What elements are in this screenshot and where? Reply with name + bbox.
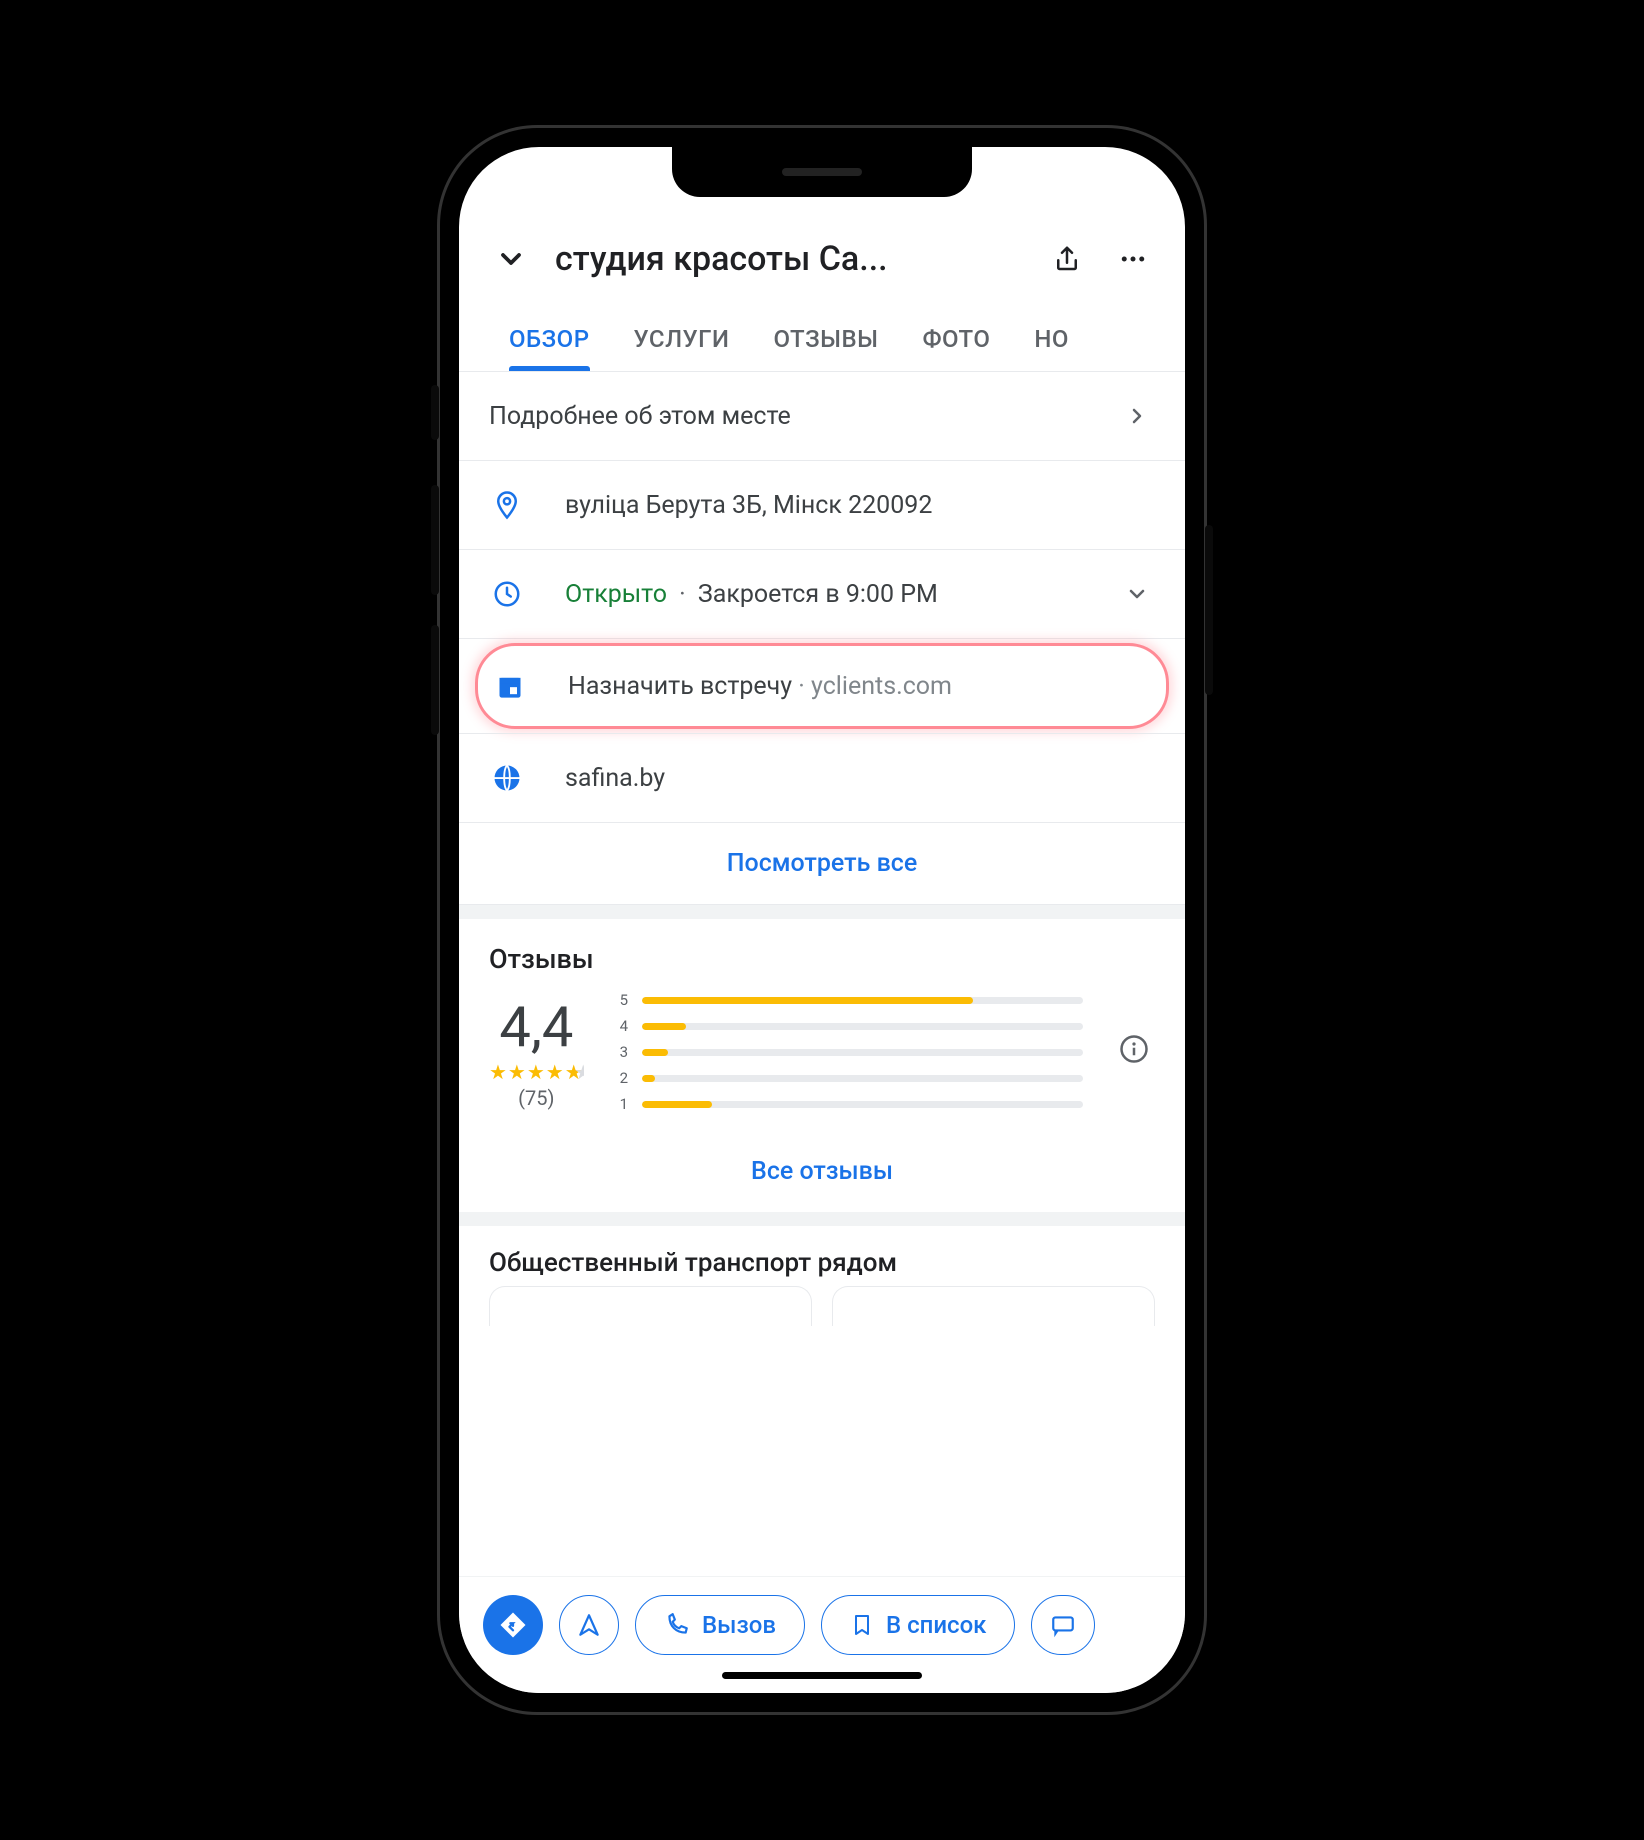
bookmark-icon bbox=[850, 1613, 874, 1637]
message-button[interactable] bbox=[1031, 1595, 1095, 1655]
transit-title: Общественный транспорт рядом bbox=[459, 1226, 1185, 1286]
address-row[interactable]: вуліца Берута 3Б, Мінск 220092 bbox=[459, 461, 1185, 550]
reviews-summary: 4,4 ★★★★★★ (75) 5 4 3 2 1 bbox=[459, 985, 1185, 1131]
address-text: вуліца Берута 3Б, Мінск 220092 bbox=[565, 491, 1155, 520]
all-reviews-link[interactable]: Все отзывы bbox=[459, 1131, 1185, 1212]
rating-column: 4,4 ★★★★★★ (75) bbox=[489, 994, 584, 1110]
reviews-title: Отзывы bbox=[459, 919, 1185, 985]
header: студия красоты Са... bbox=[459, 209, 1185, 297]
bar-5 bbox=[642, 997, 973, 1004]
rating-stars: ★★★★★★ bbox=[489, 1060, 584, 1084]
info-icon bbox=[1119, 1034, 1149, 1064]
website-row[interactable]: safina.by bbox=[459, 733, 1185, 823]
clock-icon bbox=[489, 576, 525, 612]
section-divider-2 bbox=[459, 1212, 1185, 1226]
location-pin-icon bbox=[489, 487, 525, 523]
rating-count: (75) bbox=[518, 1086, 554, 1110]
share-icon bbox=[1052, 244, 1082, 274]
chat-icon bbox=[1050, 1612, 1076, 1638]
share-button[interactable] bbox=[1045, 237, 1089, 281]
closes-text: Закроется в 9:00 PM bbox=[698, 580, 938, 609]
rating-value: 4,4 bbox=[499, 994, 573, 1060]
call-label: Вызов bbox=[702, 1611, 776, 1639]
hours-row[interactable]: Открыто · Закроется в 9:00 PM bbox=[459, 550, 1185, 639]
globe-icon bbox=[489, 760, 525, 796]
navigation-icon bbox=[576, 1612, 602, 1638]
phone-icon bbox=[664, 1612, 690, 1638]
chevron-right-icon bbox=[1119, 398, 1155, 434]
bar-3 bbox=[642, 1049, 668, 1056]
appointment-provider: yclients.com bbox=[811, 672, 952, 701]
appointment-label: Назначить встречу bbox=[568, 672, 792, 701]
start-navigation-button[interactable] bbox=[559, 1595, 619, 1655]
chevron-down-icon bbox=[495, 243, 527, 275]
bar-1 bbox=[642, 1101, 713, 1108]
save-button[interactable]: В список bbox=[821, 1595, 1015, 1655]
transit-card[interactable] bbox=[832, 1286, 1155, 1326]
bar-2 bbox=[642, 1075, 655, 1082]
tab-photos[interactable]: ФОТО bbox=[900, 315, 1012, 371]
directions-button[interactable] bbox=[483, 1595, 543, 1655]
appointment-text: Назначить встречу · yclients.com bbox=[568, 672, 1152, 701]
tabs: ОБЗОР УСЛУГИ ОТЗЫВЫ ФОТО НО bbox=[459, 297, 1185, 372]
about-row[interactable]: Подробнее об этом месте bbox=[459, 372, 1185, 461]
appointment-row[interactable]: Назначить встречу · yclients.com bbox=[478, 646, 1166, 726]
calendar-icon bbox=[492, 668, 528, 704]
reviews-info-button[interactable] bbox=[1119, 1034, 1155, 1070]
more-horizontal-icon bbox=[1118, 244, 1148, 274]
more-button[interactable] bbox=[1111, 237, 1155, 281]
tab-overview[interactable]: ОБЗОР bbox=[487, 315, 612, 371]
appointment-highlight: Назначить встречу · yclients.com bbox=[475, 643, 1169, 729]
view-all-link[interactable]: Посмотреть все bbox=[459, 823, 1185, 905]
transit-card[interactable] bbox=[489, 1286, 812, 1326]
section-divider bbox=[459, 905, 1185, 919]
bar-4 bbox=[642, 1023, 686, 1030]
call-button[interactable]: Вызов bbox=[635, 1595, 805, 1655]
expand-hours-icon[interactable] bbox=[1119, 576, 1155, 612]
rating-bars: 5 4 3 2 1 bbox=[620, 991, 1083, 1113]
tab-news[interactable]: НО bbox=[1012, 315, 1091, 371]
open-status: Открыто bbox=[565, 580, 667, 609]
tab-reviews[interactable]: ОТЗЫВЫ bbox=[751, 315, 900, 371]
phone-notch bbox=[672, 147, 972, 197]
directions-icon bbox=[498, 1610, 528, 1640]
tab-services[interactable]: УСЛУГИ bbox=[612, 315, 752, 371]
place-title: студия красоты Са... bbox=[555, 239, 1023, 279]
save-label: В список bbox=[886, 1611, 986, 1639]
about-label: Подробнее об этом месте bbox=[489, 402, 1079, 431]
hours-text: Открыто · Закроется в 9:00 PM bbox=[565, 580, 1079, 609]
collapse-button[interactable] bbox=[489, 237, 533, 281]
website-text: safina.by bbox=[565, 764, 1155, 793]
home-indicator[interactable] bbox=[722, 1672, 922, 1679]
